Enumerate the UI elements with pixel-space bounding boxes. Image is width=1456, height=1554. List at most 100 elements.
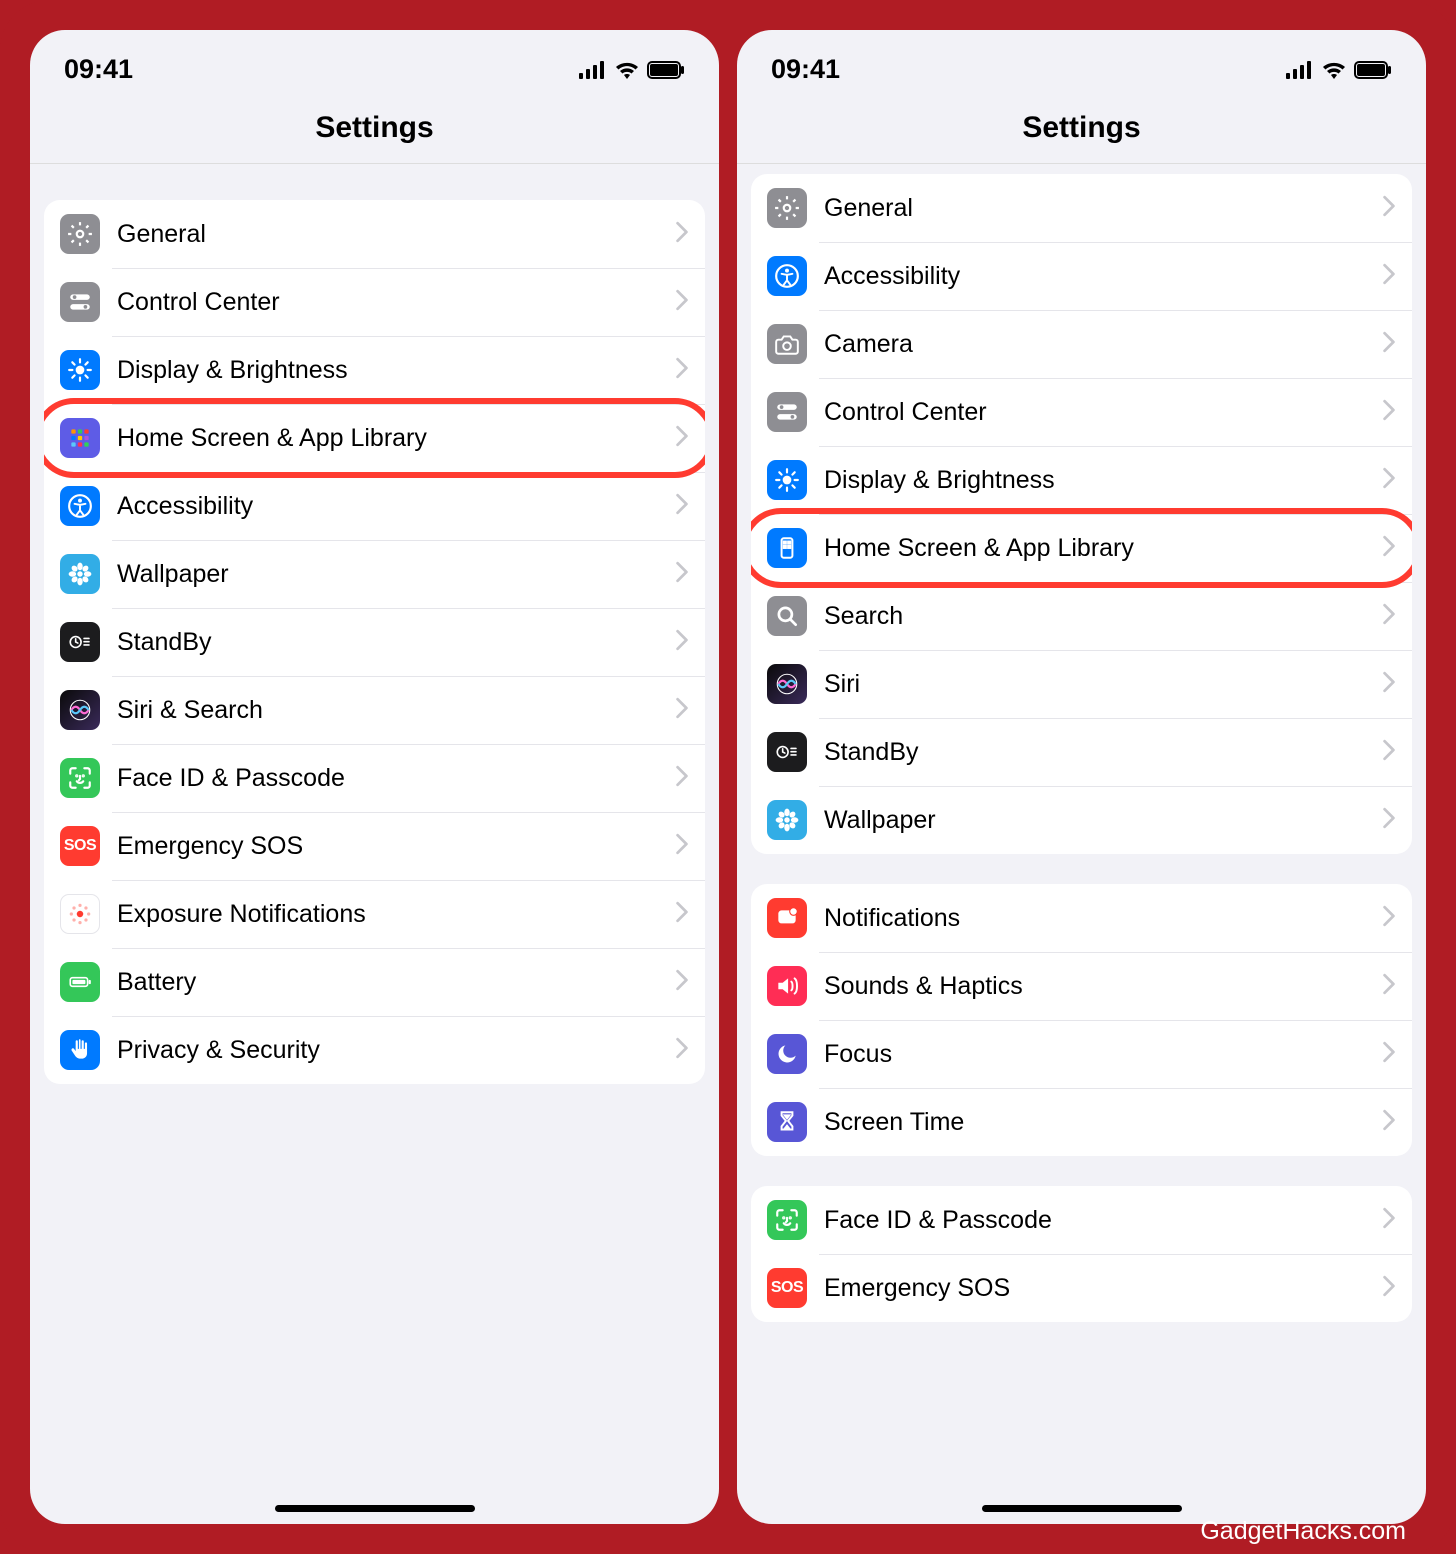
spacer: [44, 164, 705, 200]
row-label: Focus: [824, 1040, 1382, 1069]
home-indicator[interactable]: [982, 1505, 1182, 1512]
settings-row[interactable]: General: [751, 174, 1412, 242]
row-label: Accessibility: [117, 492, 675, 521]
speaker-icon: [767, 966, 807, 1006]
settings-row[interactable]: Sounds & Haptics: [751, 952, 1412, 1020]
settings-row[interactable]: Privacy & Security: [44, 1016, 705, 1084]
chevron-right-icon: [1382, 1109, 1396, 1136]
row-label: Home Screen & App Library: [117, 424, 675, 453]
row-label: Display & Brightness: [824, 466, 1382, 495]
chevron-right-icon: [1382, 535, 1396, 562]
spacer: [751, 1156, 1412, 1186]
home-indicator[interactable]: [275, 1505, 475, 1512]
settings-row[interactable]: Siri & Search: [44, 676, 705, 744]
settings-row[interactable]: Accessibility: [751, 242, 1412, 310]
settings-row[interactable]: Battery: [44, 948, 705, 1016]
switches-icon: [60, 282, 100, 322]
chevron-right-icon: [1382, 331, 1396, 358]
page-title: Settings: [1022, 111, 1140, 144]
settings-row[interactable]: Face ID & Passcode: [751, 1186, 1412, 1254]
row-label: Siri & Search: [117, 696, 675, 725]
nav-header: Settings: [30, 95, 719, 164]
row-label: Screen Time: [824, 1108, 1382, 1137]
signal-icon: [1286, 61, 1314, 79]
row-label: General: [117, 220, 675, 249]
hourglass-icon: [767, 1102, 807, 1142]
settings-row[interactable]: StandBy: [44, 608, 705, 676]
settings-content[interactable]: General Control Center Display & Brightn…: [30, 164, 719, 1495]
row-label: Face ID & Passcode: [824, 1206, 1382, 1235]
row-label: Battery: [117, 968, 675, 997]
settings-row[interactable]: Screen Time: [751, 1088, 1412, 1156]
phones-wrapper: 09:41 Settings: [30, 30, 1426, 1524]
faceid-icon: [767, 1200, 807, 1240]
row-label: Search: [824, 602, 1382, 631]
settings-row[interactable]: Display & Brightness: [751, 446, 1412, 514]
settings-content[interactable]: General Accessibility Camera Control Cen…: [737, 164, 1426, 1495]
row-label: Home Screen & App Library: [824, 534, 1382, 563]
siri-icon: [60, 690, 100, 730]
battery-status-icon: [647, 61, 685, 79]
phone-left: 09:41 Settings: [30, 30, 719, 1524]
settings-row[interactable]: General: [44, 200, 705, 268]
chevron-right-icon: [675, 289, 689, 316]
chevron-right-icon: [1382, 671, 1396, 698]
moon-icon: [767, 1034, 807, 1074]
settings-row[interactable]: Siri: [751, 650, 1412, 718]
settings-row[interactable]: Search: [751, 582, 1412, 650]
page-title: Settings: [315, 111, 433, 144]
settings-row[interactable]: SOS Emergency SOS: [751, 1254, 1412, 1322]
settings-row[interactable]: Face ID & Passcode: [44, 744, 705, 812]
row-label: Display & Brightness: [117, 356, 675, 385]
siri-icon: [767, 664, 807, 704]
chevron-right-icon: [1382, 905, 1396, 932]
battery-status-icon: [1354, 61, 1392, 79]
row-label: Face ID & Passcode: [117, 764, 675, 793]
chevron-right-icon: [675, 901, 689, 928]
flower-icon: [767, 800, 807, 840]
status-bar: 09:41: [737, 30, 1426, 95]
settings-row[interactable]: Notifications: [751, 884, 1412, 952]
chevron-right-icon: [675, 629, 689, 656]
chevron-right-icon: [1382, 399, 1396, 426]
settings-row[interactable]: Control Center: [751, 378, 1412, 446]
row-label: Sounds & Haptics: [824, 972, 1382, 1001]
chevron-right-icon: [675, 425, 689, 452]
chevron-right-icon: [1382, 263, 1396, 290]
status-time: 09:41: [771, 54, 840, 85]
row-label: Notifications: [824, 904, 1382, 933]
settings-row[interactable]: SOS Emergency SOS: [44, 812, 705, 880]
wifi-icon: [1321, 61, 1347, 79]
brightness-icon: [767, 460, 807, 500]
settings-row[interactable]: Exposure Notifications: [44, 880, 705, 948]
settings-row[interactable]: Home Screen & App Library: [44, 404, 705, 472]
chevron-right-icon: [675, 221, 689, 248]
settings-row[interactable]: Focus: [751, 1020, 1412, 1088]
spacer: [751, 1322, 1412, 1352]
brightness-icon: [60, 350, 100, 390]
settings-row[interactable]: Wallpaper: [44, 540, 705, 608]
settings-row[interactable]: Accessibility: [44, 472, 705, 540]
status-icons: [1286, 61, 1392, 79]
sos-icon: SOS: [60, 826, 100, 866]
settings-row[interactable]: Camera: [751, 310, 1412, 378]
settings-row[interactable]: Control Center: [44, 268, 705, 336]
chevron-right-icon: [675, 833, 689, 860]
row-label: StandBy: [824, 738, 1382, 767]
accessibility-icon: [60, 486, 100, 526]
row-label: Camera: [824, 330, 1382, 359]
chevron-right-icon: [1382, 1275, 1396, 1302]
settings-row[interactable]: StandBy: [751, 718, 1412, 786]
settings-row[interactable]: Wallpaper: [751, 786, 1412, 854]
chevron-right-icon: [1382, 195, 1396, 222]
settings-row[interactable]: Home Screen & App Library: [751, 514, 1412, 582]
settings-row[interactable]: Display & Brightness: [44, 336, 705, 404]
row-label: Control Center: [824, 398, 1382, 427]
row-label: Emergency SOS: [824, 1274, 1382, 1303]
row-label: Wallpaper: [824, 806, 1382, 835]
chevron-right-icon: [675, 357, 689, 384]
row-label: StandBy: [117, 628, 675, 657]
clock-icon: [767, 732, 807, 772]
spacer: [751, 854, 1412, 884]
accessibility-icon: [767, 256, 807, 296]
